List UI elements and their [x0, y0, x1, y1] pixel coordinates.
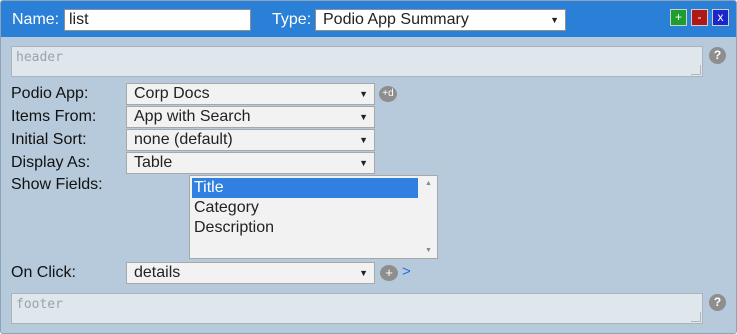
- listbox-scrollbar[interactable]: ▲ ▼: [422, 177, 436, 257]
- name-label: Name:: [12, 11, 60, 28]
- header-textarea-placeholder: header: [16, 50, 63, 65]
- on-click-link[interactable]: >: [402, 263, 411, 280]
- initial-sort-select[interactable]: none (default) ▼: [126, 129, 375, 151]
- chevron-down-icon: ▼: [359, 158, 368, 168]
- type-select[interactable]: Podio App Summary ▼: [315, 9, 566, 31]
- show-fields-listbox[interactable]: Title Category Description ▲ ▼: [189, 175, 438, 259]
- show-fields-label: Show Fields:: [11, 176, 103, 193]
- resize-grip-icon[interactable]: [691, 312, 701, 322]
- chevron-down-icon: ▼: [359, 268, 368, 278]
- display-as-label: Display As:: [11, 154, 91, 171]
- add-action-icon[interactable]: +: [380, 265, 398, 281]
- list-item[interactable]: Title: [192, 178, 418, 198]
- on-click-select[interactable]: details ▼: [126, 262, 375, 284]
- items-from-select[interactable]: App with Search ▼: [126, 106, 375, 128]
- chevron-down-icon: ▼: [359, 135, 368, 145]
- add-widget-button[interactable]: +: [670, 9, 687, 26]
- list-item[interactable]: Category: [192, 198, 418, 218]
- close-widget-button[interactable]: x: [712, 9, 729, 26]
- scroll-down-icon[interactable]: ▼: [425, 247, 432, 254]
- items-from-value: App with Search: [134, 108, 251, 125]
- footer-textarea[interactable]: footer: [11, 293, 703, 324]
- on-click-label: On Click:: [11, 264, 76, 281]
- podio-app-label: Podio App:: [11, 85, 89, 102]
- widget-panel: Name: list Type: Podio App Summary ▼ + -…: [0, 0, 737, 334]
- list-item[interactable]: Description: [192, 218, 418, 238]
- display-as-select[interactable]: Table ▼: [126, 152, 375, 174]
- scroll-up-icon[interactable]: ▲: [425, 180, 432, 187]
- podio-app-value: Corp Docs: [134, 85, 210, 102]
- footer-textarea-placeholder: footer: [16, 297, 63, 312]
- remove-widget-button[interactable]: -: [691, 9, 708, 26]
- items-from-label: Items From:: [11, 108, 97, 125]
- resize-grip-icon[interactable]: [691, 65, 701, 75]
- type-label: Type:: [272, 11, 312, 28]
- name-input[interactable]: list: [64, 9, 251, 31]
- header-textarea[interactable]: header: [11, 46, 703, 77]
- on-click-value: details: [134, 264, 181, 281]
- help-icon[interactable]: ?: [709, 47, 726, 64]
- help-icon[interactable]: ?: [709, 294, 726, 311]
- type-select-value: Podio App Summary: [323, 11, 469, 28]
- initial-sort-value: none (default): [134, 131, 233, 148]
- widget-header: Name: list Type: Podio App Summary ▼ + -…: [1, 1, 736, 37]
- chevron-down-icon: ▼: [359, 112, 368, 122]
- display-as-value: Table: [134, 154, 173, 171]
- chevron-down-icon: ▼: [550, 15, 559, 25]
- initial-sort-label: Initial Sort:: [11, 131, 87, 148]
- add-app-icon[interactable]: +d: [379, 86, 397, 102]
- podio-app-select[interactable]: Corp Docs ▼: [126, 83, 375, 105]
- chevron-down-icon: ▼: [359, 89, 368, 99]
